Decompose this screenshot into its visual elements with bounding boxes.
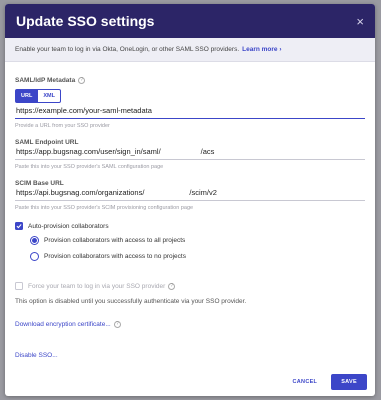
- modal-header: Update SSO settings ×: [5, 4, 375, 38]
- intro-text: Enable your team to log in via Okta, One…: [15, 46, 240, 53]
- saml-endpoint-label: SAML Endpoint URL: [15, 139, 365, 146]
- disable-sso-row: Disable SSO...: [15, 344, 365, 362]
- provision-option-all[interactable]: Provision collaborators with access to a…: [30, 236, 365, 245]
- metadata-hint: Provide a URL from your SSO provider: [15, 123, 110, 129]
- mode-url-button[interactable]: URL: [15, 89, 39, 103]
- intro-banner: Enable your team to log in via Okta, One…: [5, 38, 375, 62]
- provision-option-none[interactable]: Provision collaborators with access to n…: [30, 252, 365, 261]
- disable-sso-link[interactable]: Disable SSO...: [15, 352, 58, 359]
- scim-base-hint: Paste this into your SSO provider's SCIM…: [15, 205, 194, 211]
- close-icon[interactable]: ×: [356, 15, 364, 28]
- mode-xml-button[interactable]: XML: [38, 89, 61, 103]
- sso-settings-modal: Update SSO settings × Enable your team t…: [5, 4, 375, 396]
- metadata-url-value: https://example.com/your-saml-metadata: [16, 106, 152, 115]
- scim-base-field[interactable]: https://api.bugsnag.com/organizations/ /…: [15, 187, 365, 201]
- modal-footer: CANCEL SAVE: [5, 368, 375, 396]
- help-icon[interactable]: ?: [168, 282, 176, 290]
- saml-endpoint-field[interactable]: https://app.bugsnag.com/user/sign_in/sam…: [15, 146, 365, 160]
- scim-base-prefix: https://api.bugsnag.com/organizations/: [16, 188, 145, 197]
- force-sso-checkbox: [15, 282, 23, 290]
- force-sso-row: Force your team to log in via your SSO p…: [15, 282, 365, 290]
- scim-base-label-text: SCIM Base URL: [15, 180, 64, 187]
- cancel-button[interactable]: CANCEL: [293, 379, 318, 385]
- saml-endpoint-hint: Paste this into your SSO provider's SAML…: [15, 164, 164, 170]
- provision-all-radio[interactable]: [30, 236, 39, 245]
- auto-provision-checkbox[interactable]: [15, 222, 23, 230]
- check-icon: [16, 224, 22, 229]
- auto-provision-row[interactable]: Auto-provision collaborators: [15, 222, 365, 230]
- help-icon[interactable]: ?: [113, 321, 121, 328]
- metadata-url-input[interactable]: https://example.com/your-saml-metadata: [15, 103, 365, 119]
- modal-body: SAML/IdP Metadata ? URL XML https://exam…: [5, 77, 375, 362]
- saml-endpoint-label-text: SAML Endpoint URL: [15, 139, 79, 146]
- saml-endpoint-suffix: /acs: [200, 147, 215, 156]
- help-icon[interactable]: ?: [78, 77, 86, 84]
- metadata-mode-toggle: URL XML: [15, 89, 365, 103]
- scim-base-suffix: /scim/v2: [189, 188, 217, 197]
- download-cert-row: Download encryption certificate... ?: [15, 321, 365, 328]
- saml-endpoint-prefix: https://app.bugsnag.com/user/sign_in/sam…: [16, 147, 161, 156]
- provision-none-label: Provision collaborators with access to n…: [44, 253, 186, 260]
- download-cert-link[interactable]: Download encryption certificate...: [15, 321, 111, 328]
- scim-base-label: SCIM Base URL: [15, 180, 365, 187]
- learn-more-link[interactable]: Learn more ›: [242, 46, 281, 53]
- metadata-label: SAML/IdP Metadata ?: [15, 77, 365, 84]
- auto-provision-label: Auto-provision collaborators: [28, 222, 109, 230]
- metadata-label-text: SAML/IdP Metadata: [15, 77, 76, 84]
- modal-title: Update SSO settings: [16, 13, 155, 29]
- provision-all-label: Provision collaborators with access to a…: [44, 237, 186, 244]
- force-sso-label: Force your team to log in via your SSO p…: [28, 282, 166, 290]
- force-sso-note: This option is disabled until you succes…: [15, 298, 247, 305]
- save-button[interactable]: SAVE: [331, 374, 367, 390]
- provision-none-radio[interactable]: [30, 252, 39, 261]
